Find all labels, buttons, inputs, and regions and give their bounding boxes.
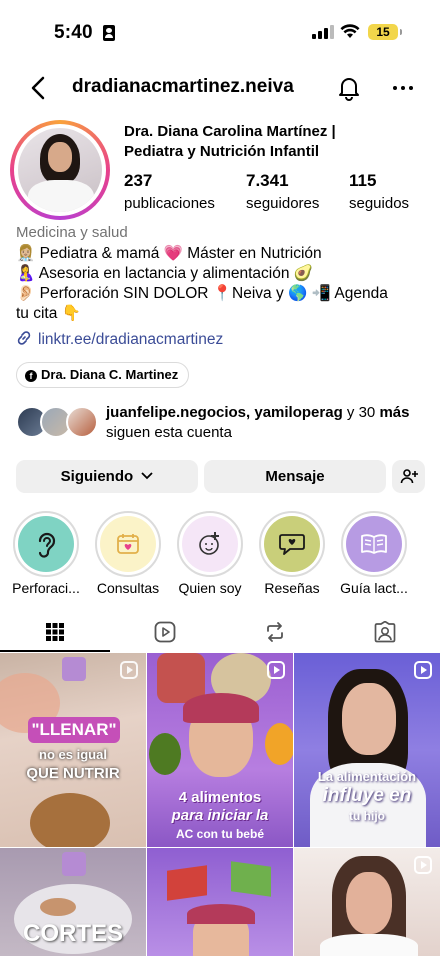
- grid-post[interactable]: CORTES: [0, 848, 146, 956]
- grid-post[interactable]: [147, 848, 293, 956]
- tab-tagged[interactable]: [330, 612, 440, 652]
- profile-category: Medicina y salud: [16, 224, 128, 241]
- profile-tabs: [0, 612, 440, 652]
- tab-reels[interactable]: [110, 612, 220, 652]
- post-subtitle: para iniciar la: [171, 807, 269, 824]
- followers-count[interactable]: 7.341 seguidores: [246, 171, 319, 212]
- avatar-photo: [18, 128, 102, 212]
- post-title: La alimentación: [317, 769, 417, 784]
- bio-line: tu cita 👇: [16, 305, 81, 322]
- bio-line: 👂🏻 Perforación SIN DOLOR 📍Neiva y 🌎 📲 Ag…: [16, 285, 388, 302]
- back-icon[interactable]: [26, 74, 52, 102]
- link-text[interactable]: linktr.ee/dradianacmartinez: [38, 331, 223, 348]
- grid-post[interactable]: "LLENAR" no es igual QUE NUTRIR: [0, 653, 146, 847]
- profile-display-name: Dra. Diana Carolina Martínez | Pediatra …: [124, 123, 336, 160]
- post-subtitle: QUE NUTRIR: [26, 765, 120, 782]
- bio-line: 🤱 Asesoria en lactancia y alimentación 🥑: [16, 265, 314, 282]
- highlight-resenas[interactable]: Reseñas: [259, 511, 325, 596]
- mutual-followers-avatars[interactable]: [16, 406, 100, 440]
- battery-indicator: 15: [368, 24, 402, 40]
- post-title: "LLENAR": [28, 717, 120, 743]
- tab-posts-grid[interactable]: [0, 612, 110, 652]
- chat-heart-icon: [279, 534, 305, 555]
- post-title: CORTES: [22, 920, 123, 947]
- reels-icon: [154, 621, 176, 643]
- message-button[interactable]: Mensaje: [204, 460, 386, 493]
- status-bar: 5:40 15: [0, 0, 440, 64]
- facebook-icon: f: [25, 370, 37, 382]
- highlight-label: Consultas: [96, 580, 160, 596]
- bell-icon[interactable]: [336, 74, 362, 102]
- ear-icon: [38, 532, 56, 558]
- profile-header: dradianacmartinez.neiva: [0, 66, 440, 110]
- highlight-perforacion[interactable]: Perforaci...: [12, 511, 80, 596]
- bio-line: 👩🏼‍⚕️ Pediatra & mamá 💗 Máster en Nutric…: [16, 245, 322, 262]
- chevron-down-icon: [141, 472, 153, 480]
- profile-avatar[interactable]: [10, 120, 110, 220]
- highlight-guia-lactancia[interactable]: Guía lact...: [340, 511, 408, 596]
- grid-icon: [46, 623, 64, 641]
- suggest-user-button[interactable]: [392, 460, 425, 493]
- highlight-quien-soy[interactable]: Quien soy: [177, 511, 243, 596]
- post-subtitle: influye en: [322, 785, 412, 806]
- avatar: [66, 406, 98, 438]
- following-button[interactable]: Siguiendo: [16, 460, 198, 493]
- facebook-name: Dra. Diana C. Martinez: [41, 367, 179, 382]
- more-options-icon[interactable]: [390, 74, 416, 102]
- book-icon: [361, 534, 387, 554]
- highlight-label: Perforaci...: [12, 580, 80, 596]
- highlight-label: Reseñas: [264, 580, 320, 596]
- following-count[interactable]: 115 seguidos: [349, 171, 409, 212]
- highlight-label: Quien soy: [178, 580, 242, 596]
- link-icon: [17, 331, 31, 345]
- highlight-consultas[interactable]: Consultas: [95, 511, 161, 596]
- brand-logo: [62, 852, 86, 876]
- baby-icon: [199, 532, 219, 555]
- tagged-user-icon: [374, 621, 396, 643]
- reel-icon: [120, 661, 138, 679]
- reel-icon: [267, 661, 285, 679]
- post-subtitle: tu hijo: [349, 809, 385, 823]
- posts-count[interactable]: 237 publicaciones: [124, 171, 215, 212]
- add-user-icon: [400, 469, 418, 484]
- post-title: 4 alimentos: [178, 789, 262, 806]
- highlight-label: Guía lact...: [340, 580, 408, 596]
- reel-icon: [414, 661, 432, 679]
- person-icon: [103, 25, 115, 41]
- signal-icon: [312, 25, 334, 39]
- calendar-icon: [117, 534, 139, 554]
- bio-link[interactable]: linktr.ee/dradianacmartinez: [16, 330, 223, 349]
- grid-post[interactable]: La alimentación influye en tu hijo: [294, 653, 440, 847]
- reel-icon: [414, 856, 432, 874]
- facebook-link[interactable]: f Dra. Diana C. Martinez: [16, 362, 190, 388]
- active-tab-indicator: [0, 650, 110, 652]
- post-subtitle: no es igual: [39, 747, 107, 762]
- status-time: 5:40: [54, 22, 93, 43]
- wifi-icon: [340, 24, 360, 38]
- posts-grid: "LLENAR" no es igual QUE NUTRIR 4 alimen…: [0, 653, 440, 956]
- profile-username: dradianacmartinez.neiva: [72, 76, 294, 97]
- grid-post[interactable]: [294, 848, 440, 956]
- repost-icon: [267, 622, 283, 642]
- brand-logo: [62, 657, 86, 681]
- post-subtitle: AC con tu bebé: [175, 827, 264, 841]
- mutual-followers-text[interactable]: juanfelipe.negocios, yamiloperag y 30 má…: [106, 403, 426, 443]
- grid-post[interactable]: 4 alimentos para iniciar la AC con tu be…: [147, 653, 293, 847]
- tab-reposts[interactable]: [220, 612, 330, 652]
